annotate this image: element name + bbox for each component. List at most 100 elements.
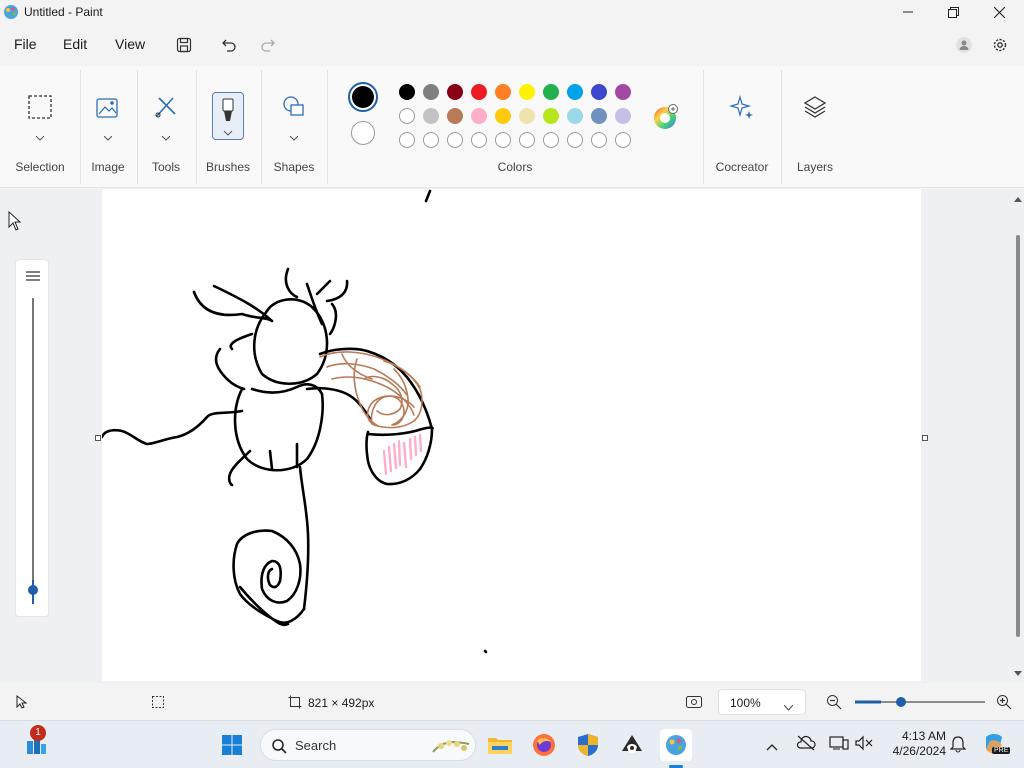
settings-gear-icon[interactable] <box>989 34 1011 56</box>
color-swatch[interactable] <box>423 84 439 100</box>
image-group[interactable]: Image <box>80 66 136 188</box>
image-icon[interactable] <box>95 94 121 125</box>
taskbar-search-box[interactable]: Search <box>260 729 476 761</box>
color-swatch[interactable] <box>567 84 583 100</box>
minimize-button[interactable] <box>885 0 931 24</box>
colors-group: Colors <box>327 66 703 188</box>
network-display-icon[interactable] <box>829 735 849 754</box>
color-swatch[interactable] <box>495 84 511 100</box>
zoom-dropdown[interactable]: 100% <box>718 689 806 715</box>
show-hidden-icons-chevron-icon[interactable] <box>766 739 778 754</box>
custom-color-slot[interactable] <box>543 132 559 148</box>
color-swatch[interactable] <box>471 108 487 124</box>
custom-color-slot[interactable] <box>471 132 487 148</box>
close-button[interactable] <box>976 0 1022 24</box>
brushes-group[interactable]: Brushes <box>196 66 260 188</box>
tools-pencil-icon[interactable] <box>153 94 179 125</box>
widgets-icon[interactable]: 1 <box>20 725 52 761</box>
pink-scribble <box>382 433 423 476</box>
copilot-icon[interactable]: PRE <box>980 731 1011 759</box>
onedrive-offline-icon[interactable] <box>796 735 816 754</box>
vertical-scrollbar[interactable] <box>1012 189 1024 683</box>
notifications-bell-icon[interactable] <box>949 735 967 756</box>
color-swatch[interactable] <box>519 84 535 100</box>
custom-color-slot[interactable] <box>591 132 607 148</box>
menu-edit[interactable]: Edit <box>63 36 87 52</box>
menu-view[interactable]: View <box>115 36 145 52</box>
cocreator-group[interactable]: Cocreator <box>703 66 781 188</box>
edit-colors-wheel-icon[interactable] <box>653 104 679 135</box>
zoom-slider[interactable] <box>853 694 987 710</box>
scroll-down-arrow-icon <box>1014 671 1022 676</box>
chevron-down-icon[interactable] <box>289 128 299 146</box>
start-windows-icon[interactable] <box>216 729 248 761</box>
volume-muted-icon[interactable] <box>854 735 874 754</box>
zoom-in-icon[interactable] <box>996 694 1012 713</box>
color-swatch[interactable] <box>591 108 607 124</box>
custom-color-slot[interactable] <box>615 132 631 148</box>
custom-color-slot[interactable] <box>495 132 511 148</box>
colors-label: Colors <box>497 160 533 174</box>
system-clock[interactable]: 4:13 AM 4/26/2024 <box>880 729 946 759</box>
custom-color-slot[interactable] <box>519 132 535 148</box>
brush-selected[interactable] <box>212 92 244 140</box>
color-swatch[interactable] <box>543 108 559 124</box>
cocreator-sparkle-icon[interactable] <box>728 94 755 125</box>
firefox-icon[interactable] <box>528 729 560 761</box>
brush-size-slider[interactable] <box>15 259 49 617</box>
shapes-group[interactable]: Shapes <box>261 66 327 188</box>
ribbon-toolbar: Selection Image Tools Brushes Shapes Col… <box>0 66 1024 188</box>
canvas-size-text: 821 × 492px <box>308 696 375 710</box>
file-explorer-icon[interactable] <box>484 729 516 761</box>
redo-icon[interactable] <box>257 34 279 56</box>
search-placeholder: Search <box>295 738 337 753</box>
save-icon[interactable] <box>173 34 195 56</box>
color-swatch[interactable] <box>447 108 463 124</box>
layers-group[interactable]: Layers <box>781 66 849 188</box>
color-swatch[interactable] <box>447 84 463 100</box>
color-swatch[interactable] <box>423 108 439 124</box>
chevron-down-icon[interactable] <box>103 128 113 146</box>
undo-icon[interactable] <box>218 34 240 56</box>
color-swatch[interactable] <box>399 108 415 124</box>
restore-button[interactable] <box>930 0 976 24</box>
zoom-out-icon[interactable] <box>826 694 842 713</box>
account-icon[interactable] <box>953 34 975 56</box>
shapes-icon[interactable] <box>281 94 307 125</box>
tools-group[interactable]: Tools <box>137 66 195 188</box>
fit-to-window-icon[interactable] <box>685 694 703 713</box>
custom-color-slot[interactable] <box>567 132 583 148</box>
layers-icon[interactable] <box>802 94 828 125</box>
paint-taskbar-icon[interactable] <box>660 729 692 761</box>
color-swatch[interactable] <box>543 84 559 100</box>
color-swatch[interactable] <box>567 108 583 124</box>
window-title: Untitled - Paint <box>24 5 103 19</box>
color-swatch[interactable] <box>495 108 511 124</box>
color-swatch[interactable] <box>615 108 631 124</box>
chevron-down-icon <box>783 700 794 714</box>
selection-rectangle-icon[interactable] <box>27 94 53 125</box>
custom-color-slot[interactable] <box>423 132 439 148</box>
canvas-resize-handle-left[interactable] <box>95 435 101 441</box>
secondary-color-swatch[interactable] <box>351 121 375 145</box>
color-swatch[interactable] <box>615 84 631 100</box>
inkscape-icon[interactable] <box>616 729 648 761</box>
stroke-dot <box>483 649 488 654</box>
selection-group[interactable]: Selection <box>0 66 80 188</box>
slider-thumb <box>28 585 38 595</box>
color-swatch[interactable] <box>471 84 487 100</box>
color-swatch[interactable] <box>519 108 535 124</box>
color-swatch[interactable] <box>591 84 607 100</box>
color-swatch[interactable] <box>399 84 415 100</box>
chevron-down-icon[interactable] <box>35 128 45 146</box>
stroke-leg-line <box>298 465 310 611</box>
menu-file[interactable]: File <box>14 36 37 52</box>
primary-color-swatch[interactable] <box>348 82 378 112</box>
layers-label: Layers <box>796 160 834 174</box>
drawing-canvas[interactable] <box>100 189 921 681</box>
custom-color-slot[interactable] <box>399 132 415 148</box>
custom-color-slot[interactable] <box>447 132 463 148</box>
canvas-resize-handle-right[interactable] <box>922 435 928 441</box>
chevron-down-icon[interactable] <box>161 128 171 146</box>
windows-security-shield-icon[interactable] <box>572 729 604 761</box>
